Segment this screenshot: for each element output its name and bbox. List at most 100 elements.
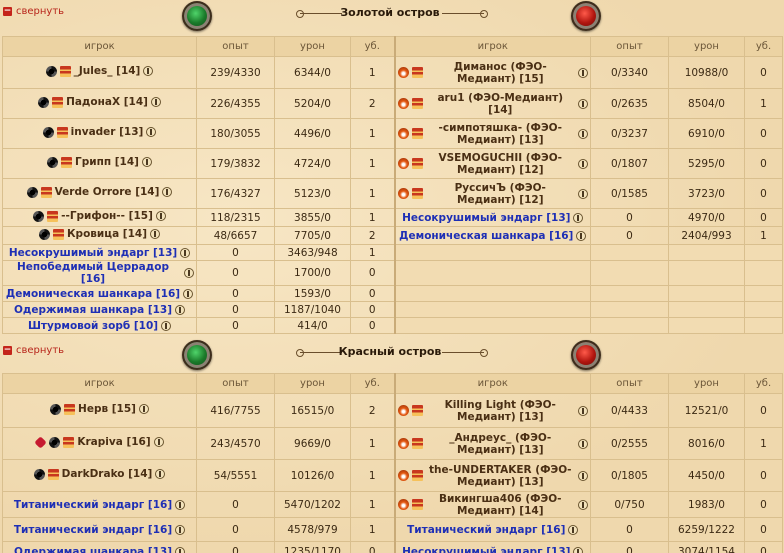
player-name-link[interactable]: Кровица [14]	[67, 228, 147, 240]
player-name-group: Титанический эндарг [16]	[14, 499, 186, 511]
info-icon[interactable]	[573, 212, 584, 223]
info-icon[interactable]	[146, 127, 157, 138]
player-name-link[interactable]: Нерв [15]	[78, 403, 136, 415]
info-icon[interactable]	[175, 546, 186, 553]
player-name-link[interactable]: Викингша406 (ФЭО-Медиант) [14]	[426, 493, 576, 517]
info-icon[interactable]	[138, 404, 149, 415]
player-name-link[interactable]: Несокрушимый эндарг [13]	[402, 212, 570, 224]
clan-emblem-icon[interactable]	[49, 436, 61, 448]
info-icon[interactable]	[573, 546, 584, 553]
player-name-link[interactable]: _Андреус_ (ФЭО-Медиант) [13]	[426, 432, 576, 456]
player-name-link[interactable]: Штурмовой зорб [10]	[28, 320, 158, 332]
player-name-link[interactable]: VSEMOGUCHII (ФЭО-Медиант) [12]	[426, 152, 576, 176]
fire-emblem-icon[interactable]	[397, 98, 409, 109]
info-icon[interactable]	[578, 158, 588, 169]
rank-icon	[59, 65, 71, 77]
info-icon[interactable]	[184, 268, 194, 278]
info-icon[interactable]	[578, 499, 588, 510]
player-name-link[interactable]: Грипп [14]	[75, 156, 139, 168]
rank-icon	[411, 67, 423, 78]
info-icon[interactable]	[161, 320, 172, 331]
fire-emblem-icon[interactable]	[397, 499, 409, 510]
info-icon[interactable]	[175, 524, 186, 535]
exp-value: 0/1585	[590, 178, 669, 209]
exp-value: 0/2555	[590, 427, 669, 460]
clan-emblem-icon[interactable]	[38, 96, 50, 108]
player-name-link[interactable]: Krapiva [16]	[77, 436, 150, 448]
empty-cell	[393, 285, 591, 302]
player-name-link[interactable]: РуссичЪ (ФЭО-Медиант) [12]	[426, 182, 576, 206]
player-name-link[interactable]: Титанический эндарг [16]	[14, 524, 172, 536]
clan-emblem-icon[interactable]	[47, 156, 59, 168]
info-icon[interactable]	[576, 230, 587, 241]
player-name-link[interactable]: ПадонаХ [14]	[66, 96, 148, 108]
player-name-link[interactable]: Несокрушимый эндарг [13]	[402, 546, 570, 553]
info-icon[interactable]	[578, 405, 588, 416]
info-icon[interactable]	[162, 187, 173, 198]
player-name-link[interactable]: Killing Light (ФЭО-Медиант) [13]	[426, 399, 576, 423]
player-name-link[interactable]: Титанический эндарг [16]	[407, 524, 565, 536]
clan-emblem-icon[interactable]	[50, 403, 62, 415]
clan-emblem-icon[interactable]	[45, 65, 57, 77]
info-icon[interactable]	[578, 470, 588, 481]
player-name-link[interactable]: the-UNDERTAKER (ФЭО-Медиант) [13]	[426, 464, 576, 488]
fire-emblem-icon[interactable]	[397, 158, 409, 169]
info-icon[interactable]	[578, 438, 588, 449]
clan-emblem-icon[interactable]	[33, 468, 45, 480]
fire-emblem-icon[interactable]	[397, 405, 409, 416]
exp-value: 0/2635	[590, 88, 669, 119]
info-icon[interactable]	[150, 97, 161, 108]
fire-emblem-icon[interactable]	[397, 470, 409, 481]
clan-emblem-icon[interactable]	[38, 228, 50, 240]
fire-emblem-icon[interactable]	[397, 188, 409, 199]
clan-emblem-icon[interactable]	[42, 126, 54, 138]
info-icon[interactable]	[175, 304, 186, 315]
player-name-link[interactable]: _Jules_ [14]	[74, 65, 141, 77]
player-name-link[interactable]: Одержимая шанкара [13]	[14, 304, 172, 316]
info-icon[interactable]	[155, 211, 166, 222]
info-icon[interactable]	[578, 67, 588, 78]
player-name-link[interactable]: --Грифон-- [15]	[61, 210, 153, 222]
info-icon[interactable]	[153, 437, 164, 448]
info-icon[interactable]	[150, 229, 161, 240]
player-name-link[interactable]: Verde Orrore [14]	[55, 186, 160, 198]
player-name-link[interactable]: Одержимая шанкара [13]	[14, 546, 172, 553]
info-icon[interactable]	[141, 157, 152, 168]
exp-value: 118/2315	[196, 208, 275, 227]
info-icon[interactable]	[578, 188, 588, 199]
player-name-link[interactable]: -симпотяшка- (ФЭО-Медиант) [13]	[426, 122, 576, 146]
player-name-link[interactable]: DarkDrako [14]	[62, 468, 153, 480]
player-name-link[interactable]: invader [13]	[71, 126, 144, 138]
fire-emblem-icon[interactable]	[397, 128, 409, 139]
info-icon[interactable]	[183, 288, 194, 299]
player-name-link[interactable]: aru1 (ФЭО-Медиант) [14]	[426, 92, 576, 116]
player-name-link[interactable]: Демоническая шанкара [16]	[399, 230, 573, 242]
table-row: ПадонаХ [14] 226/4355 5204/0 2 aru1 (ФЭО-Мед…	[2, 88, 783, 119]
collapse-link[interactable]: − свернуть	[3, 343, 64, 357]
kills-value: 0	[744, 491, 783, 518]
header-damage: урон	[668, 36, 745, 57]
player-name-group: Диманос (ФЭО-Медиант) [15]	[397, 61, 588, 85]
rank-icon	[411, 128, 423, 139]
player-name-link[interactable]: Диманос (ФЭО-Медиант) [15]	[426, 61, 576, 85]
info-icon[interactable]	[568, 524, 579, 535]
clan-emblem-icon[interactable]	[26, 186, 38, 198]
heart-emblem-icon[interactable]	[34, 436, 48, 449]
info-icon[interactable]	[578, 128, 588, 139]
info-icon[interactable]	[578, 98, 588, 109]
info-icon[interactable]	[175, 499, 186, 510]
player-cell: DarkDrako [14]	[2, 459, 197, 492]
green-team-flag-icon	[182, 1, 212, 31]
player-name-link[interactable]: Титанический эндарг [16]	[14, 499, 172, 511]
empty-cell	[744, 301, 783, 318]
info-icon[interactable]	[180, 247, 191, 258]
info-icon[interactable]	[155, 469, 166, 480]
collapse-link[interactable]: − свернуть	[3, 4, 64, 18]
info-icon[interactable]	[143, 66, 154, 77]
player-name-link[interactable]: Демоническая шанкара [16]	[6, 288, 180, 300]
player-name-link[interactable]: Несокрушимый эндарг [13]	[9, 247, 177, 259]
player-name-link[interactable]: Непобедимый Церрадор [16]	[5, 262, 181, 285]
clan-emblem-icon[interactable]	[33, 210, 45, 222]
fire-emblem-icon[interactable]	[397, 67, 409, 78]
fire-emblem-icon[interactable]	[397, 438, 409, 449]
